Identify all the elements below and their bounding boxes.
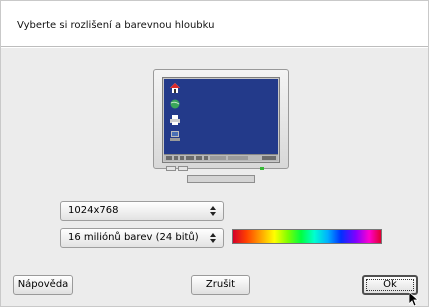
resolution-select[interactable]: 1024x768 <box>60 201 224 221</box>
mouse-pointer-icon <box>409 292 420 307</box>
dialog-title: Vyberte si rozlišení a barevnou hloubku <box>17 20 215 31</box>
preview-taskbar <box>164 154 278 161</box>
monitor-controls <box>162 166 282 174</box>
color-depth-value: 16 miliónů barev (24 bitů) <box>68 232 199 243</box>
monitor-preview-icon <box>153 69 289 188</box>
color-depth-select[interactable]: 16 miliónů barev (24 bitů) <box>60 228 224 248</box>
home-icon <box>170 83 180 93</box>
color-depth-spectrum <box>232 229 382 244</box>
monitor-bezel <box>162 77 280 163</box>
resolution-value: 1024x768 <box>68 205 119 216</box>
printer-icon <box>170 115 180 125</box>
monitor-frame <box>153 69 289 171</box>
updown-arrows-icon <box>210 205 217 217</box>
dialog-header: Vyberte si rozlišení a barevnou hloubku <box>1 1 428 47</box>
monitor-screen <box>164 79 278 154</box>
cancel-button[interactable]: Zrušit <box>191 275 250 295</box>
help-button[interactable]: Nápověda <box>13 275 73 295</box>
focus-ring <box>366 279 414 291</box>
monitor-stand <box>187 175 255 183</box>
updown-arrows-icon <box>210 232 217 244</box>
computer-icon <box>170 131 180 141</box>
globe-icon <box>170 99 180 109</box>
power-led <box>260 167 264 170</box>
